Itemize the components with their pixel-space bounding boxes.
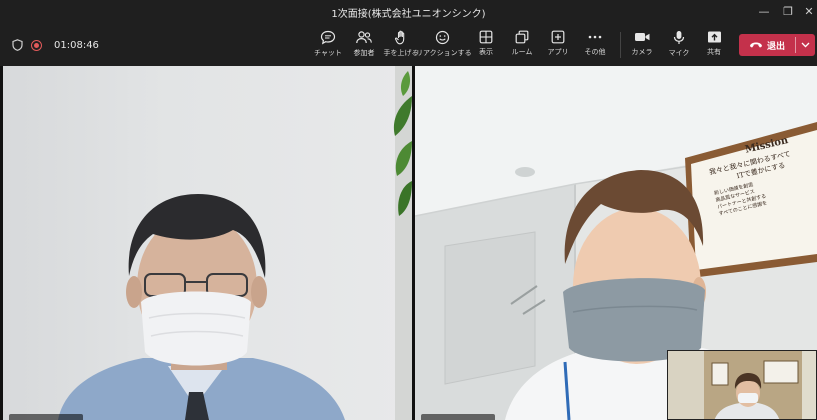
leave-label: 退出 [766, 41, 785, 52]
participant-1-name-tag [9, 414, 83, 420]
share-label: 共有 [707, 48, 721, 56]
chat-icon [320, 30, 336, 45]
apps-icon [551, 30, 565, 44]
more-icon [588, 35, 602, 39]
reaction-icon [435, 30, 449, 45]
participant-1-video [58, 66, 412, 420]
minimize-button[interactable]: — [755, 3, 773, 21]
leave-button-group: 退出 [739, 34, 815, 56]
mic-icon [673, 31, 685, 44]
chevron-down-icon [801, 42, 810, 48]
title-bar: 1次面接(株式会社ユニオンシンク) — ❐ ✕ [0, 0, 817, 24]
meeting-timer: 01:08:46 [54, 39, 99, 51]
meeting-toolbar: 01:08:46 チャット 参加者 手を上げる リアクションする 表示 ルーム … [0, 24, 817, 66]
raise-hand-icon [394, 30, 404, 45]
reaction-button[interactable]: リアクションする [416, 30, 472, 62]
view-icon [479, 30, 493, 44]
camera-icon [634, 33, 649, 41]
restore-button[interactable]: ❐ [779, 3, 797, 21]
share-button[interactable]: 共有 [692, 30, 736, 62]
meeting-status: 01:08:46 [12, 36, 99, 54]
self-view-video [668, 351, 816, 419]
recording-icon [31, 39, 42, 51]
window-title: 1次面接(株式会社ユニオンシンク) [331, 9, 486, 20]
share-icon [707, 31, 721, 43]
self-view-tile[interactable] [667, 350, 817, 420]
more-button[interactable]: その他 [573, 30, 617, 62]
more-label: その他 [584, 48, 606, 56]
reaction-label: リアクションする [416, 49, 472, 57]
leave-button[interactable]: 退出 [739, 34, 795, 56]
video-tile-participant-1[interactable] [3, 66, 412, 420]
participant-1-figure [58, 194, 345, 420]
plant-leaves [393, 66, 412, 420]
rooms-icon [515, 30, 529, 44]
video-stage: Mission 我々と我々に関わるすべて ITで豊かにする 新しい価値を創造 高… [0, 66, 817, 420]
shield-icon[interactable] [12, 36, 23, 55]
hang-up-icon [749, 42, 762, 48]
leave-options-button[interactable] [796, 34, 815, 56]
close-button[interactable]: ✕ [800, 3, 817, 21]
participants-icon [356, 31, 372, 44]
participant-2-name-tag [421, 414, 495, 420]
